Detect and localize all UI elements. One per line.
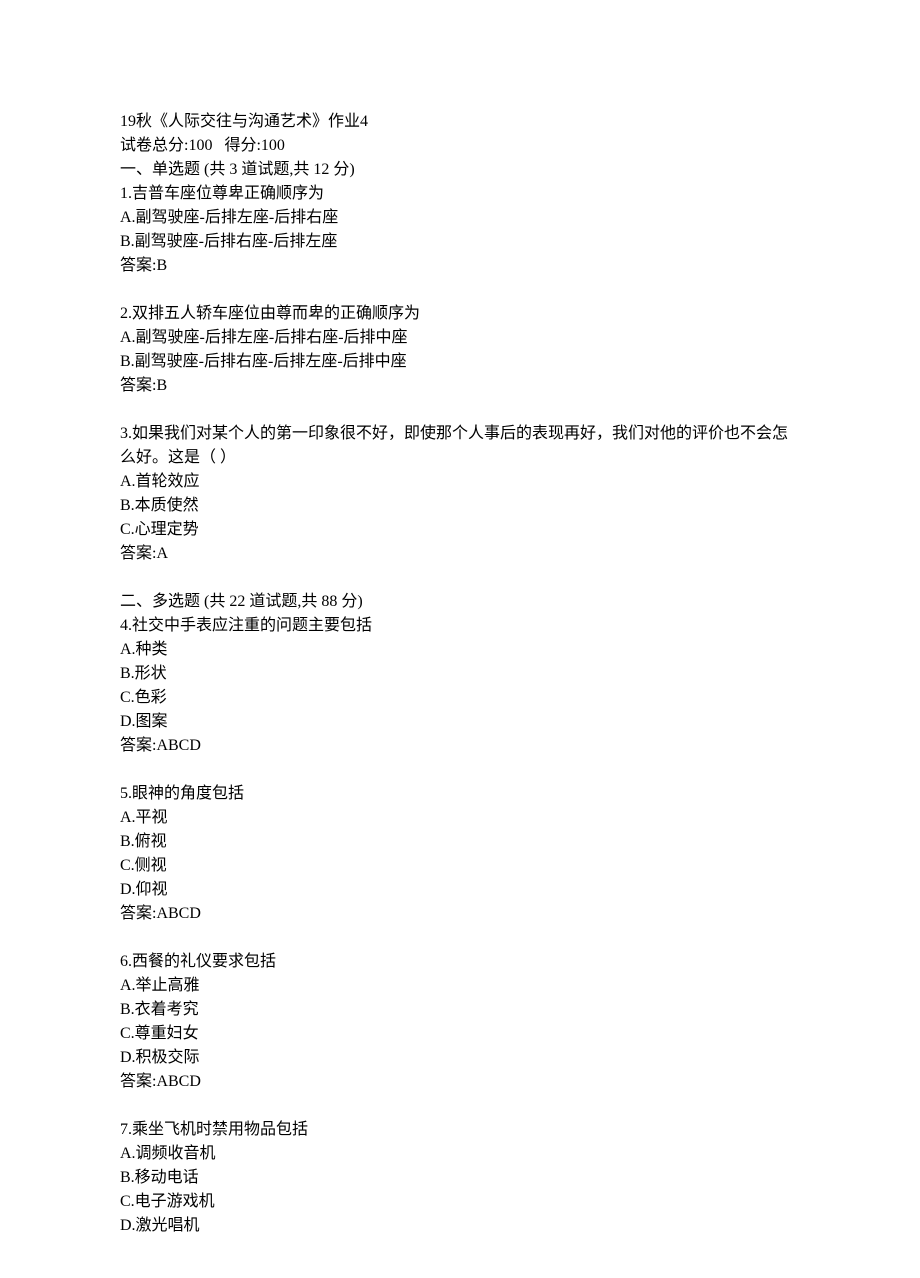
- spacer: [120, 278, 800, 302]
- q6-answer: 答案:ABCD: [120, 1070, 800, 1094]
- section1-heading: 一、单选题 (共 3 道试题,共 12 分): [120, 158, 800, 182]
- q1-option-a: A.副驾驶座-后排左座-后排右座: [120, 206, 800, 230]
- score-line: 试卷总分:100 得分:100: [120, 134, 800, 158]
- q3-option-a: A.首轮效应: [120, 470, 800, 494]
- q2-option-b: B.副驾驶座-后排右座-后排左座-后排中座: [120, 350, 800, 374]
- q5-option-d: D.仰视: [120, 878, 800, 902]
- q6-option-c: C.尊重妇女: [120, 1022, 800, 1046]
- q7-option-b: B.移动电话: [120, 1166, 800, 1190]
- q3-option-c: C.心理定势: [120, 518, 800, 542]
- q1-answer: 答案:B: [120, 254, 800, 278]
- q7-option-d: D.激光唱机: [120, 1214, 800, 1238]
- spacer: [120, 398, 800, 422]
- q6-option-a: A.举止高雅: [120, 974, 800, 998]
- q4-option-d: D.图案: [120, 710, 800, 734]
- q1-text: 1.吉普车座位尊卑正确顺序为: [120, 182, 800, 206]
- spacer: [120, 926, 800, 950]
- spacer: [120, 758, 800, 782]
- q5-option-a: A.平视: [120, 806, 800, 830]
- q7-text: 7.乘坐飞机时禁用物品包括: [120, 1118, 800, 1142]
- q3-option-b: B.本质使然: [120, 494, 800, 518]
- spacer: [120, 566, 800, 590]
- q7-option-c: C.电子游戏机: [120, 1190, 800, 1214]
- q4-answer: 答案:ABCD: [120, 734, 800, 758]
- q6-option-b: B.衣着考究: [120, 998, 800, 1022]
- q3-answer: 答案:A: [120, 542, 800, 566]
- q6-text: 6.西餐的礼仪要求包括: [120, 950, 800, 974]
- q5-text: 5.眼神的角度包括: [120, 782, 800, 806]
- q4-text: 4.社交中手表应注重的问题主要包括: [120, 614, 800, 638]
- spacer: [120, 1094, 800, 1118]
- doc-title: 19秋《人际交往与沟通艺术》作业4: [120, 110, 800, 134]
- q7-option-a: A.调频收音机: [120, 1142, 800, 1166]
- q4-option-b: B.形状: [120, 662, 800, 686]
- q3-text: 3.如果我们对某个人的第一印象很不好，即使那个人事后的表现再好，我们对他的评价也…: [120, 422, 800, 470]
- q4-option-c: C.色彩: [120, 686, 800, 710]
- q5-answer: 答案:ABCD: [120, 902, 800, 926]
- q2-text: 2.双排五人轿车座位由尊而卑的正确顺序为: [120, 302, 800, 326]
- q2-answer: 答案:B: [120, 374, 800, 398]
- q4-option-a: A.种类: [120, 638, 800, 662]
- q5-option-b: B.俯视: [120, 830, 800, 854]
- q6-option-d: D.积极交际: [120, 1046, 800, 1070]
- q5-option-c: C.侧视: [120, 854, 800, 878]
- section2-heading: 二、多选题 (共 22 道试题,共 88 分): [120, 590, 800, 614]
- q1-option-b: B.副驾驶座-后排右座-后排左座: [120, 230, 800, 254]
- q2-option-a: A.副驾驶座-后排左座-后排右座-后排中座: [120, 326, 800, 350]
